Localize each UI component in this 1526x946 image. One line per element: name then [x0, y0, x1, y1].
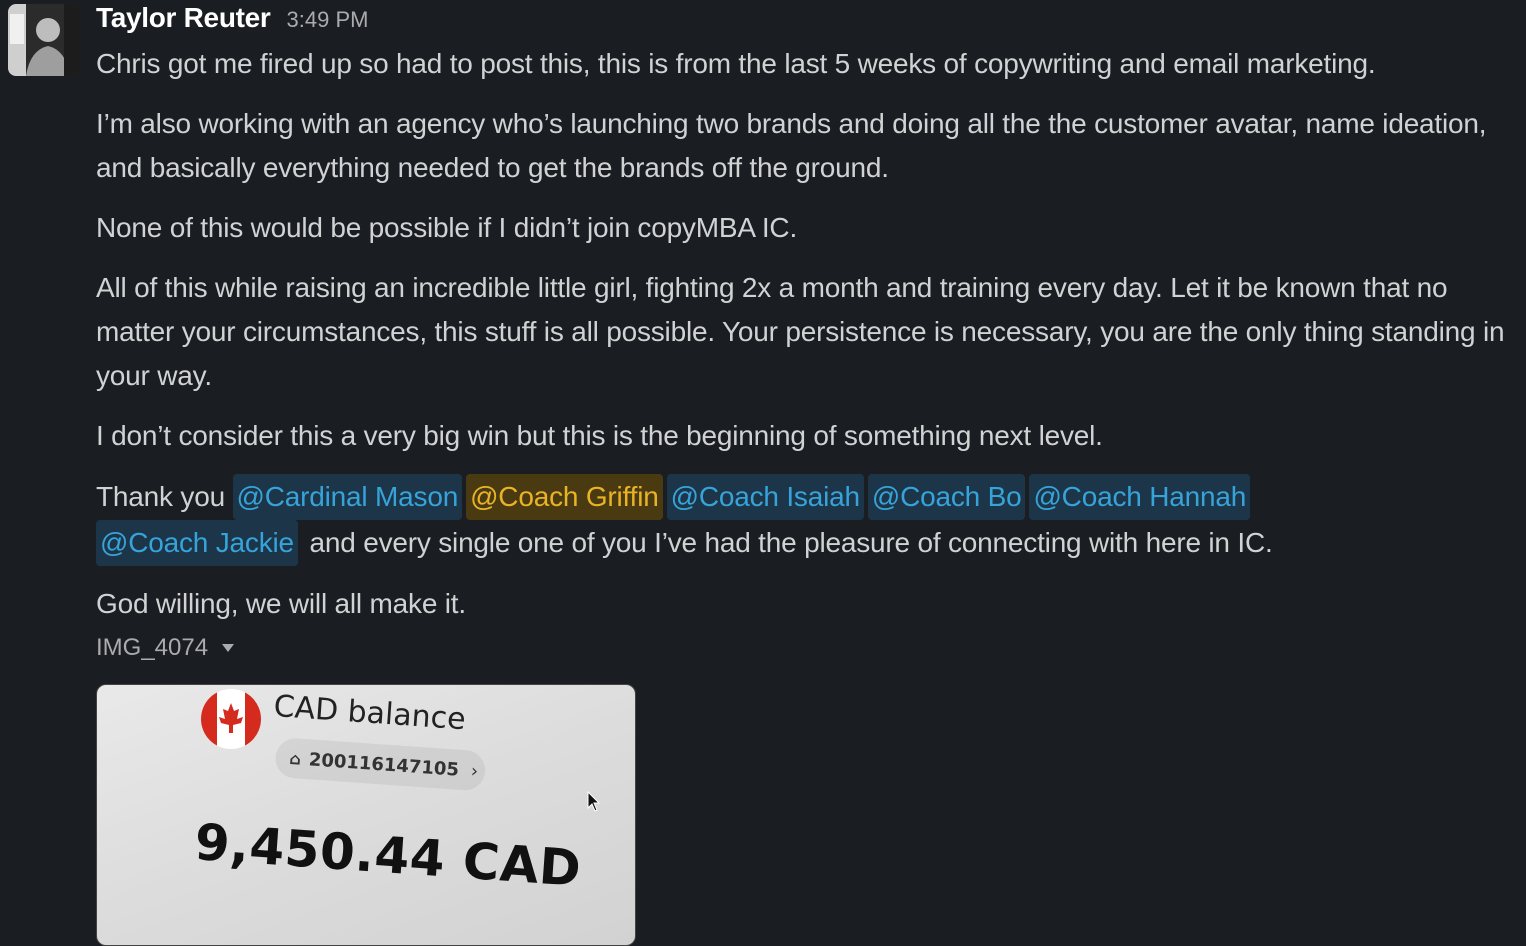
account-pill: ⌂ 200116147105 › [274, 737, 487, 792]
mention-coach-jackie[interactable]: @Coach Jackie [96, 520, 298, 566]
thanks-suffix: and every single one of you I’ve had the… [309, 527, 1273, 558]
attachment-name[interactable]: IMG_4074 [96, 630, 1506, 666]
message-paragraph: I’m also working with an agency who’s la… [96, 108, 1487, 183]
thanks-paragraph: Thank you @Cardinal Mason @Coach Griffin @… [96, 474, 1506, 566]
avatar[interactable] [8, 4, 80, 76]
mouse-pointer-icon [587, 791, 601, 812]
message-paragraph: None of this would be possible if I didn… [96, 212, 798, 243]
message-paragraph: Chris got me fired up so had to post thi… [96, 48, 1376, 79]
message-paragraph: I don’t consider this a very big win but… [96, 420, 1103, 451]
message-header: Taylor Reuter 3:49 PM [96, 0, 1506, 42]
timestamp[interactable]: 3:49 PM [287, 7, 369, 33]
closing-paragraph: God willing, we will all make it. [96, 588, 466, 619]
message: Taylor Reuter 3:49 PM Chris got me fired… [0, 0, 1526, 946]
attachment-image[interactable]: CAD balance ⌂ 200116147105 › 9,450.44 CA… [96, 684, 636, 946]
attachment-file-name: IMG_4074 [96, 634, 209, 661]
author-name[interactable]: Taylor Reuter [96, 2, 271, 34]
balance-title: CAD balance [272, 689, 467, 738]
canada-flag-icon [201, 689, 261, 749]
mention-coach-hannah[interactable]: @Coach Hannah [1029, 474, 1251, 520]
mention-cardinal-mason[interactable]: @Cardinal Mason [232, 474, 463, 520]
chevron-right-icon: › [470, 760, 479, 782]
bank-icon: ⌂ [288, 748, 302, 769]
message-paragraph: All of this while raising an incredible … [96, 272, 1505, 391]
caret-down-icon[interactable] [222, 644, 235, 652]
account-number: 200116147105 [308, 748, 460, 781]
mention-coach-isaiah[interactable]: @Coach Isaiah [666, 474, 864, 520]
avatar-photo [8, 4, 80, 76]
mention-coach-bo[interactable]: @Coach Bo [867, 474, 1026, 520]
message-content: Taylor Reuter 3:49 PM Chris got me fired… [96, 0, 1506, 666]
balance-amount: 9,450.44 CAD [192, 813, 584, 898]
mention-coach-griffin[interactable]: @Coach Griffin [466, 474, 663, 520]
thanks-prefix: Thank you [96, 481, 225, 512]
